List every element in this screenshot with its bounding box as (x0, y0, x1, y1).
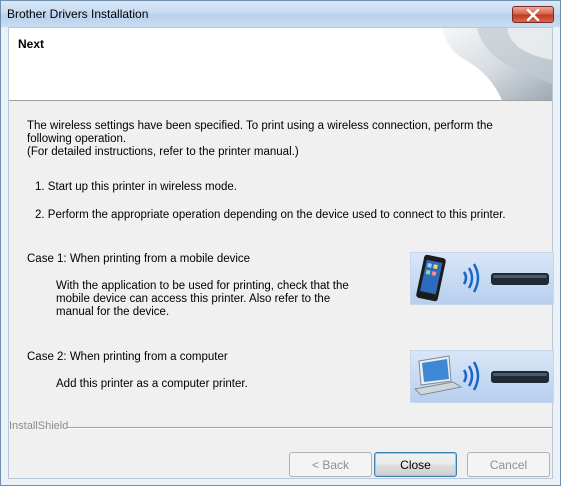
case-1-line2: mobile device can access this printer. A… (56, 293, 331, 305)
installer-window: Brother Drivers Installation Next The wi… (0, 0, 561, 486)
installshield-label: InstallShield (9, 420, 69, 432)
dialog-content: The wireless settings have been specifie… (9, 101, 554, 421)
header-decoration-icon (442, 28, 552, 100)
wireless-waves-icon (462, 263, 480, 293)
mobile-device-icon (416, 254, 446, 302)
intro-text-line1: The wireless settings have been specifie… (27, 120, 493, 132)
printer-icon (491, 273, 549, 285)
window-close-button[interactable] (512, 6, 554, 23)
close-icon (526, 8, 540, 21)
printer-icon (491, 371, 549, 383)
intro-text-line2: following operation. (27, 133, 127, 145)
footer-separator (67, 427, 552, 429)
page-title: Next (18, 37, 45, 51)
computer-printing-illustration (410, 350, 554, 403)
back-button[interactable]: < Back (289, 452, 372, 477)
cancel-button[interactable]: Cancel (467, 452, 550, 477)
dialog-header: Next (9, 28, 552, 101)
window-title: Brother Drivers Installation (7, 7, 149, 21)
close-button[interactable]: Close (374, 452, 457, 477)
intro-text-line3: (For detailed instructions, refer to the… (27, 146, 299, 158)
mobile-printing-illustration (410, 252, 554, 305)
case-1-line3: manual for the device. (56, 306, 170, 318)
laptop-icon (413, 355, 463, 396)
case-2-title: Case 2: When printing from a computer (27, 351, 228, 363)
dialog-client-area: Next The wireless settings have been spe… (8, 27, 554, 479)
title-bar[interactable]: Brother Drivers Installation (1, 1, 560, 27)
step-2-text: 2. Perform the appropriate operation dep… (35, 209, 506, 221)
wireless-waves-icon (462, 361, 480, 391)
case-2-line1: Add this printer as a computer printer. (56, 378, 248, 390)
case-1-line1: With the application to be used for prin… (56, 280, 349, 292)
step-1-text: 1. Start up this printer in wireless mod… (35, 181, 237, 193)
case-1-title: Case 1: When printing from a mobile devi… (27, 253, 251, 265)
